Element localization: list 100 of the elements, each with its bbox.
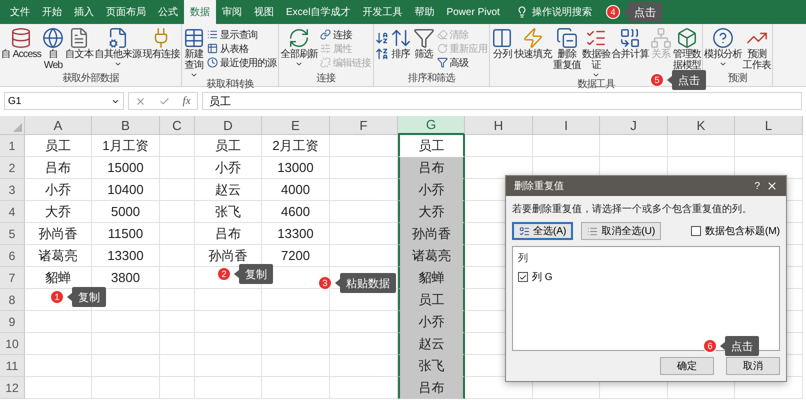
row-header[interactable]: 2 <box>0 157 25 179</box>
row-header[interactable]: 7 <box>0 267 25 289</box>
table-cell: 4000 <box>262 179 330 201</box>
column-header[interactable]: E <box>262 116 330 135</box>
name-box[interactable]: G1 <box>4 92 124 110</box>
column-header[interactable]: F <box>330 116 398 135</box>
ribbon-tab[interactable]: 插入 <box>68 0 100 24</box>
column-header[interactable]: C <box>160 116 195 135</box>
column-header[interactable]: G <box>398 116 465 135</box>
ribbon-button[interactable]: 最近使用的源 <box>206 56 278 69</box>
sort-icon <box>390 27 412 49</box>
row-header[interactable]: 8 <box>0 289 25 311</box>
ribbon-button[interactable]: 删除 重复值 <box>552 27 582 71</box>
row-header[interactable]: 1 <box>0 135 25 157</box>
table-cell: 张飞 <box>398 355 465 377</box>
close-icon[interactable] <box>766 180 778 192</box>
ribbon-tab[interactable]: 开发工具 <box>356 0 408 24</box>
column-header[interactable]: L <box>735 116 803 135</box>
ribbon-button[interactable]: 管理数 据模型 <box>672 27 702 71</box>
ribbon-button[interactable]: 连接 <box>319 28 372 41</box>
help-button[interactable]: ? <box>754 180 760 192</box>
ribbon-button[interactable]: 从表格 <box>206 42 278 55</box>
cancel-icon[interactable] <box>135 96 146 106</box>
search-hint[interactable]: 操作说明搜索 <box>532 5 592 19</box>
ribbon-tab[interactable]: Excel自学成才 <box>280 0 356 24</box>
table-cell: 小乔 <box>195 157 262 179</box>
table-cell: 员工 <box>398 289 465 311</box>
step-tooltip: 点击 <box>720 336 759 356</box>
ribbon-button[interactable]: 排序 <box>390 27 412 60</box>
pointer-icon <box>623 8 628 16</box>
ribbon-tab[interactable]: 页面布局 <box>100 0 152 24</box>
ribbon-tab[interactable]: 审阅 <box>216 0 248 24</box>
ribbon-button[interactable]: 数据验 证 <box>582 27 610 79</box>
step-badge: 1 <box>50 290 64 304</box>
checkbox[interactable] <box>691 226 701 236</box>
ribbon-tab[interactable]: 文件 <box>4 0 36 24</box>
file-gear-icon <box>106 27 129 49</box>
sort-descending-icon[interactable] <box>374 47 389 61</box>
table-cell: 10400 <box>92 179 160 201</box>
function-button[interactable]: fx <box>182 95 191 107</box>
ribbon-button[interactable]: 分列 <box>491 27 514 60</box>
ribbon-tab[interactable]: 数据 <box>184 0 216 24</box>
column-header[interactable]: K <box>668 116 735 135</box>
checkbox[interactable] <box>518 272 528 282</box>
row-header[interactable]: 5 <box>0 223 25 245</box>
ribbon-button[interactable]: 自文本 <box>65 27 94 60</box>
pointer-icon <box>234 270 239 278</box>
column-header[interactable]: B <box>92 116 160 135</box>
column-header[interactable]: J <box>600 116 668 135</box>
column-header[interactable]: D <box>195 116 262 135</box>
ok-button[interactable]: 确定 <box>660 357 714 375</box>
ribbon-button[interactable]: 合并计算 <box>611 27 649 60</box>
ribbon-tab[interactable]: 公式 <box>152 0 184 24</box>
step-tooltip: 粘贴数据 <box>335 273 396 293</box>
ribbon-tab[interactable]: 帮助 <box>408 0 440 24</box>
cancel-button[interactable]: 取消 <box>726 357 780 375</box>
row-header[interactable]: 9 <box>0 311 25 333</box>
list-icon <box>519 226 530 236</box>
check-icon[interactable] <box>159 96 170 106</box>
table-cell: 2月工资 <box>262 135 330 157</box>
combine-icon <box>619 27 642 49</box>
column-header[interactable]: I <box>533 116 600 135</box>
ribbon-tab[interactable]: 开始 <box>36 0 68 24</box>
select-all-button[interactable]: 全选(A) <box>512 222 574 240</box>
table-cell: 吕布 <box>398 377 465 399</box>
ribbon-button[interactable]: 自其他来源 <box>94 27 142 68</box>
ribbon-button[interactable]: 快速填充 <box>514 27 552 60</box>
table-cell: 5000 <box>92 201 160 223</box>
row-header[interactable]: 6 <box>0 245 25 267</box>
ribbon-button[interactable]: 高级 <box>436 56 488 69</box>
ribbon-button[interactable]: 全部刷新 <box>280 27 318 68</box>
table-cell: 15000 <box>92 157 160 179</box>
redo-icon <box>436 43 448 54</box>
group-label: 获取外部数据 <box>62 73 119 86</box>
formula-field[interactable]: 员工 <box>202 92 802 110</box>
lightbulb-icon[interactable] <box>516 6 528 18</box>
ribbon-tab[interactable]: 视图 <box>248 0 280 24</box>
ribbon-button[interactable]: 模拟分析 <box>704 27 742 68</box>
column-header[interactable]: H <box>465 116 533 135</box>
ribbon-button[interactable]: 现有连接 <box>142 27 180 60</box>
table-icon <box>207 43 218 54</box>
row-header[interactable]: 11 <box>0 355 25 377</box>
table-cell: 大乔 <box>398 201 465 223</box>
ribbon-button[interactable]: 筛选 <box>412 27 435 60</box>
sort-ascending-icon[interactable] <box>374 31 389 45</box>
ribbon-button[interactable]: 自 Access <box>1 27 42 60</box>
ribbon-button[interactable]: 自 Web <box>42 27 64 71</box>
row-header[interactable]: 3 <box>0 179 25 201</box>
ribbon-tab[interactable]: Power Pivot <box>440 0 506 24</box>
list-icon <box>207 29 218 40</box>
column-header[interactable]: A <box>25 116 92 135</box>
ribbon-button[interactable]: 新建 查询 <box>183 27 206 79</box>
unselect-all-button[interactable]: 取消全选(U) <box>581 222 662 240</box>
row-header[interactable]: 10 <box>0 333 25 355</box>
row-header[interactable]: 12 <box>0 377 25 399</box>
ribbon-button[interactable]: 显示查询 <box>206 28 278 41</box>
pointer-icon <box>720 342 725 350</box>
table-cell: 赵云 <box>195 179 262 201</box>
ribbon-button[interactable]: 预测 工作表 <box>742 27 771 71</box>
row-header[interactable]: 4 <box>0 201 25 223</box>
